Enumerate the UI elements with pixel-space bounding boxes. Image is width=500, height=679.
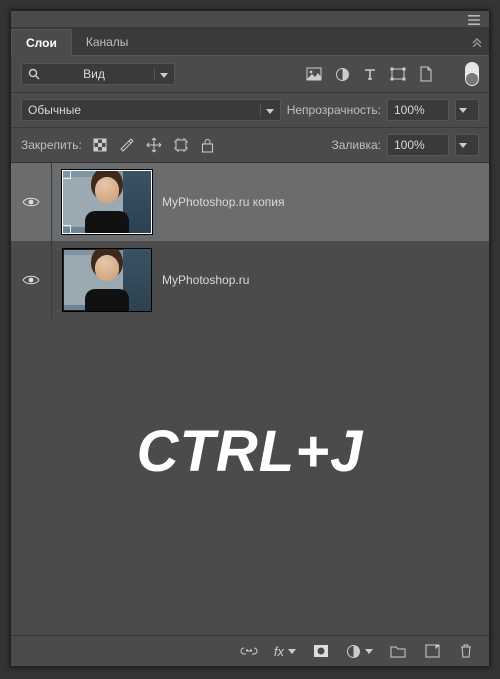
overlay-shortcut-text: CTRL+J <box>11 418 489 485</box>
opacity-label: Непрозрачность: <box>287 103 381 117</box>
group-icon[interactable] <box>389 642 407 660</box>
lock-label: Закрепить: <box>21 138 82 152</box>
blend-mode-select[interactable]: Обычные <box>21 99 281 121</box>
visibility-toggle[interactable] <box>11 241 52 319</box>
image-filter-icon[interactable] <box>305 65 323 83</box>
adjustment-filter-icon[interactable] <box>333 65 351 83</box>
eye-icon <box>22 274 40 286</box>
eye-icon <box>22 196 40 208</box>
panel-tabs: Слои Каналы <box>11 27 489 56</box>
fill-dropdown[interactable] <box>455 134 479 156</box>
layer-thumbnail[interactable] <box>62 248 152 312</box>
lock-all-icon[interactable] <box>199 136 217 154</box>
opacity-dropdown[interactable] <box>455 99 479 121</box>
lock-pixels-icon[interactable] <box>118 136 136 154</box>
layer-row[interactable]: MyPhotoshop.ru копия <box>11 163 489 241</box>
visibility-toggle[interactable] <box>11 163 52 241</box>
fx-icon[interactable]: fx <box>274 642 296 660</box>
blend-mode-label: Обычные <box>28 103 81 117</box>
fill-input[interactable]: 100% <box>387 134 449 156</box>
layer-name[interactable]: MyPhotoshop.ru <box>162 273 249 287</box>
new-layer-icon[interactable] <box>423 642 441 660</box>
layers-panel: Слои Каналы Вид Обычные Непрозрачность: … <box>10 10 490 667</box>
lock-row: Закрепить: Заливка: 100% <box>11 128 489 163</box>
filter-toggle[interactable] <box>465 62 479 86</box>
layer-name[interactable]: MyPhotoshop.ru копия <box>162 195 284 209</box>
layer-list: MyPhotoshop.ru копия MyPhotoshop.ru CTRL… <box>11 163 489 635</box>
layer-row[interactable]: MyPhotoshop.ru <box>11 241 489 319</box>
opacity-input[interactable]: 100% <box>387 99 449 121</box>
tab-layers[interactable]: Слои <box>11 29 72 56</box>
fill-value: 100% <box>394 138 425 152</box>
collapse-panel-icon[interactable] <box>471 37 483 47</box>
search-icon <box>28 68 40 80</box>
tab-channels[interactable]: Каналы <box>72 29 143 55</box>
adjustment-icon[interactable] <box>346 642 373 660</box>
panel-menu-icon[interactable] <box>467 15 481 25</box>
opacity-value: 100% <box>394 103 425 117</box>
lock-artboard-icon[interactable] <box>172 136 190 154</box>
lock-transparent-icon[interactable] <box>91 136 109 154</box>
filter-kind-select[interactable]: Вид <box>21 63 175 85</box>
fill-label: Заливка: <box>331 138 381 152</box>
mask-icon[interactable] <box>312 642 330 660</box>
layer-filter-bar: Вид <box>11 56 489 93</box>
layers-footer: fx <box>11 635 489 666</box>
blend-row: Обычные Непрозрачность: 100% <box>11 93 489 128</box>
smartobj-filter-icon[interactable] <box>417 65 435 83</box>
link-icon[interactable] <box>240 642 258 660</box>
trash-icon[interactable] <box>457 642 475 660</box>
lock-position-icon[interactable] <box>145 136 163 154</box>
layer-thumbnail[interactable] <box>62 170 152 234</box>
shape-filter-icon[interactable] <box>389 65 407 83</box>
type-filter-icon[interactable] <box>361 65 379 83</box>
filter-kind-label: Вид <box>83 67 105 81</box>
filter-icons <box>305 65 435 83</box>
